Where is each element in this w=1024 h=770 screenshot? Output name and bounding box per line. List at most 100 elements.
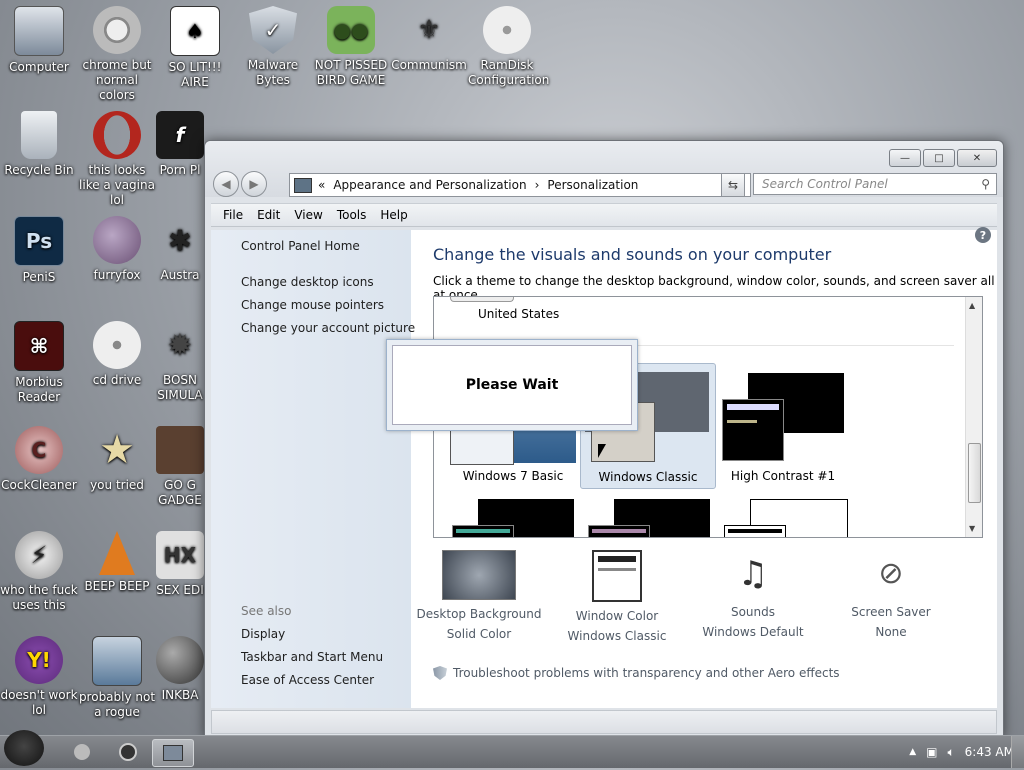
screen-saver-title: Screen Saver (851, 605, 931, 619)
desktop-icon-rogue[interactable]: probably not a rogue (78, 630, 156, 720)
link-taskbar-start-menu[interactable]: Taskbar and Start Menu (241, 650, 383, 664)
desktop-background-title: Desktop Background (416, 607, 542, 621)
desktop-icon-austra[interactable]: ✱ Austra (156, 210, 204, 283)
theme-hc2-thumb (452, 499, 576, 537)
desktop-background-link[interactable]: Desktop Background Solid Color (411, 550, 547, 644)
opera-icon (93, 111, 141, 159)
theme-group-label: United States (478, 307, 560, 321)
menu-tools[interactable]: Tools (337, 208, 367, 222)
firefox-icon (93, 216, 141, 264)
back-arrow-icon: ◀ (221, 177, 231, 191)
theme-name-classic: Windows Classic (598, 470, 698, 484)
spider-icon: ✱ (168, 223, 192, 257)
control-panel-icon (294, 177, 312, 193)
desktop-icon-chrome[interactable]: chrome but normal colors (78, 0, 156, 103)
shield-check-icon: ✓ (249, 6, 297, 54)
desktop-icon-vlc[interactable]: BEEP BEEP (78, 525, 156, 594)
desktop-icon-opera[interactable]: this looks like a vagina lol (78, 105, 156, 208)
theme-high-contrast-1[interactable]: High Contrast #1 (716, 363, 850, 487)
breadcrumb-overflow[interactable]: « (318, 178, 325, 192)
flash-icon: f (156, 111, 204, 159)
explorer-icon (74, 744, 90, 760)
menu-edit[interactable]: Edit (257, 208, 280, 222)
link-display[interactable]: Display (241, 627, 285, 641)
link-change-desktop-icons[interactable]: Change desktop icons (241, 275, 374, 289)
please-wait-dialog: Please Wait (386, 339, 638, 431)
scrollbar-thumb[interactable] (968, 443, 981, 503)
desktop-icon-aire[interactable]: ♠ SO LIT!!! AIRE (156, 0, 234, 90)
disc-icon (483, 6, 531, 54)
desktop-icon-sex-edit[interactable]: HX SEX EDI (156, 525, 204, 598)
link-ease-of-access[interactable]: Ease of Access Center (241, 673, 374, 687)
close-button[interactable]: ✕ (957, 149, 997, 167)
theme-name-hc1: High Contrast #1 (730, 469, 836, 483)
window-color-link[interactable]: Window Color Windows Classic (549, 550, 685, 646)
ccleaner-icon: C (15, 426, 63, 474)
yahoo-messenger-icon: Y! (15, 636, 63, 684)
desktop-icon-ramdisk[interactable]: RamDisk Configuration (468, 0, 549, 88)
forward-button[interactable]: ▶ (241, 171, 267, 197)
desktop-icon-gadgets[interactable]: GO G GADGE (156, 420, 204, 508)
theme-list-scrollbar[interactable]: ▲ ▼ (965, 297, 982, 537)
show-desktop-button[interactable] (1011, 736, 1024, 768)
link-change-account-picture[interactable]: Change your account picture (241, 321, 415, 335)
breadcrumb-personalization[interactable]: Personalization (547, 178, 638, 192)
personalization-window: — □ ✕ ◀ ▶ « Appearance and Personalizati… (204, 140, 1004, 739)
desktop-icon-you-tried[interactable]: ★ you tried (78, 420, 156, 493)
screen-saver-icon: ⊘ (878, 556, 904, 591)
desktop-icon-winamp[interactable]: ⚡ who the fuck uses this (0, 525, 78, 613)
troubleshoot-aero-link[interactable]: Troubleshoot problems with transparency … (433, 666, 840, 680)
search-icon[interactable]: ⚲ (981, 177, 990, 191)
refresh-button[interactable]: ⇆ (721, 173, 745, 197)
maximize-button[interactable]: □ (923, 149, 955, 167)
start-button[interactable] (4, 730, 48, 770)
window-color-icon (592, 550, 642, 602)
desktop-icon-photoshop[interactable]: Ps PeniS (0, 210, 78, 285)
breadcrumb-appearance[interactable]: Appearance and Personalization (333, 178, 526, 192)
desktop-icon-ccleaner[interactable]: C CockCleaner (0, 420, 78, 493)
desktop-icon-flash-player[interactable]: f Porn Pl (156, 105, 204, 178)
link-change-mouse-pointers[interactable]: Change mouse pointers (241, 298, 384, 312)
desktop-icon-cd-drive[interactable]: cd drive (78, 315, 156, 388)
menu-file[interactable]: File (223, 208, 243, 222)
pdf-reader-icon: ⌘ (14, 321, 64, 371)
breadcrumb-separator[interactable]: › (535, 178, 540, 192)
scroll-up-icon[interactable]: ▲ (969, 301, 975, 310)
status-bar (211, 710, 997, 734)
desktop-icon-bird-game[interactable]: ●● NOT PISSED BIRD GAME (312, 0, 390, 88)
scroll-down-icon[interactable]: ▼ (969, 524, 975, 533)
menu-help[interactable]: Help (380, 208, 407, 222)
desktop-icon-acrobat[interactable]: ⌘ Morbius Reader (0, 315, 78, 405)
desktop-icon-yahoo[interactable]: Y! doesn't work lol (0, 630, 78, 718)
screen-saver-value: None (875, 625, 907, 639)
desktop-icon-recycle-bin[interactable]: Recycle Bin (0, 105, 78, 178)
link-control-panel-home[interactable]: Control Panel Home (241, 239, 360, 253)
monitor-gears-icon (92, 636, 142, 686)
desktop-icon-bosn[interactable]: ✹ BOSN SIMULA (156, 315, 204, 403)
desktop-icon-inkball[interactable]: INKBA (156, 630, 204, 703)
theme-settings-row: Desktop Background Solid Color Window Co… (417, 546, 981, 656)
title-bar[interactable]: — □ ✕ ◀ ▶ « Appearance and Personalizati… (205, 141, 1003, 197)
sounds-link[interactable]: ♫ Sounds Windows Default (685, 550, 821, 642)
volume-icon[interactable]: 🔈︎ (947, 745, 954, 760)
search-input[interactable]: Search Control Panel ⚲ (753, 173, 997, 195)
network-icon[interactable]: ▣ (926, 745, 937, 759)
desktop-icon-communism[interactable]: ⚜ Communism (390, 0, 468, 73)
help-icon[interactable]: ? (975, 227, 991, 243)
sounds-icon: ♫ (737, 554, 769, 594)
show-hidden-icons[interactable]: ▲ (909, 747, 916, 757)
clock[interactable]: 6:43 AM (965, 745, 1014, 759)
minimize-button[interactable]: — (889, 149, 921, 167)
taskbar-explorer[interactable] (62, 739, 102, 765)
screen-saver-link[interactable]: ⊘ Screen Saver None (823, 550, 959, 642)
page-title: Change the visuals and sounds on your co… (433, 245, 832, 264)
menu-view[interactable]: View (294, 208, 322, 222)
back-button[interactable]: ◀ (213, 171, 239, 197)
taskbar-control-panel[interactable] (152, 739, 194, 767)
taskbar-media-player[interactable] (108, 739, 148, 765)
computer-icon (14, 6, 64, 56)
desktop-icon-malwarebytes[interactable]: ✓ Malware Bytes (234, 0, 312, 88)
address-bar[interactable]: « Appearance and Personalization › Perso… (289, 173, 751, 197)
desktop-icon-firefox[interactable]: furryfox (78, 210, 156, 283)
desktop-icon-computer[interactable]: Computer (0, 0, 78, 75)
